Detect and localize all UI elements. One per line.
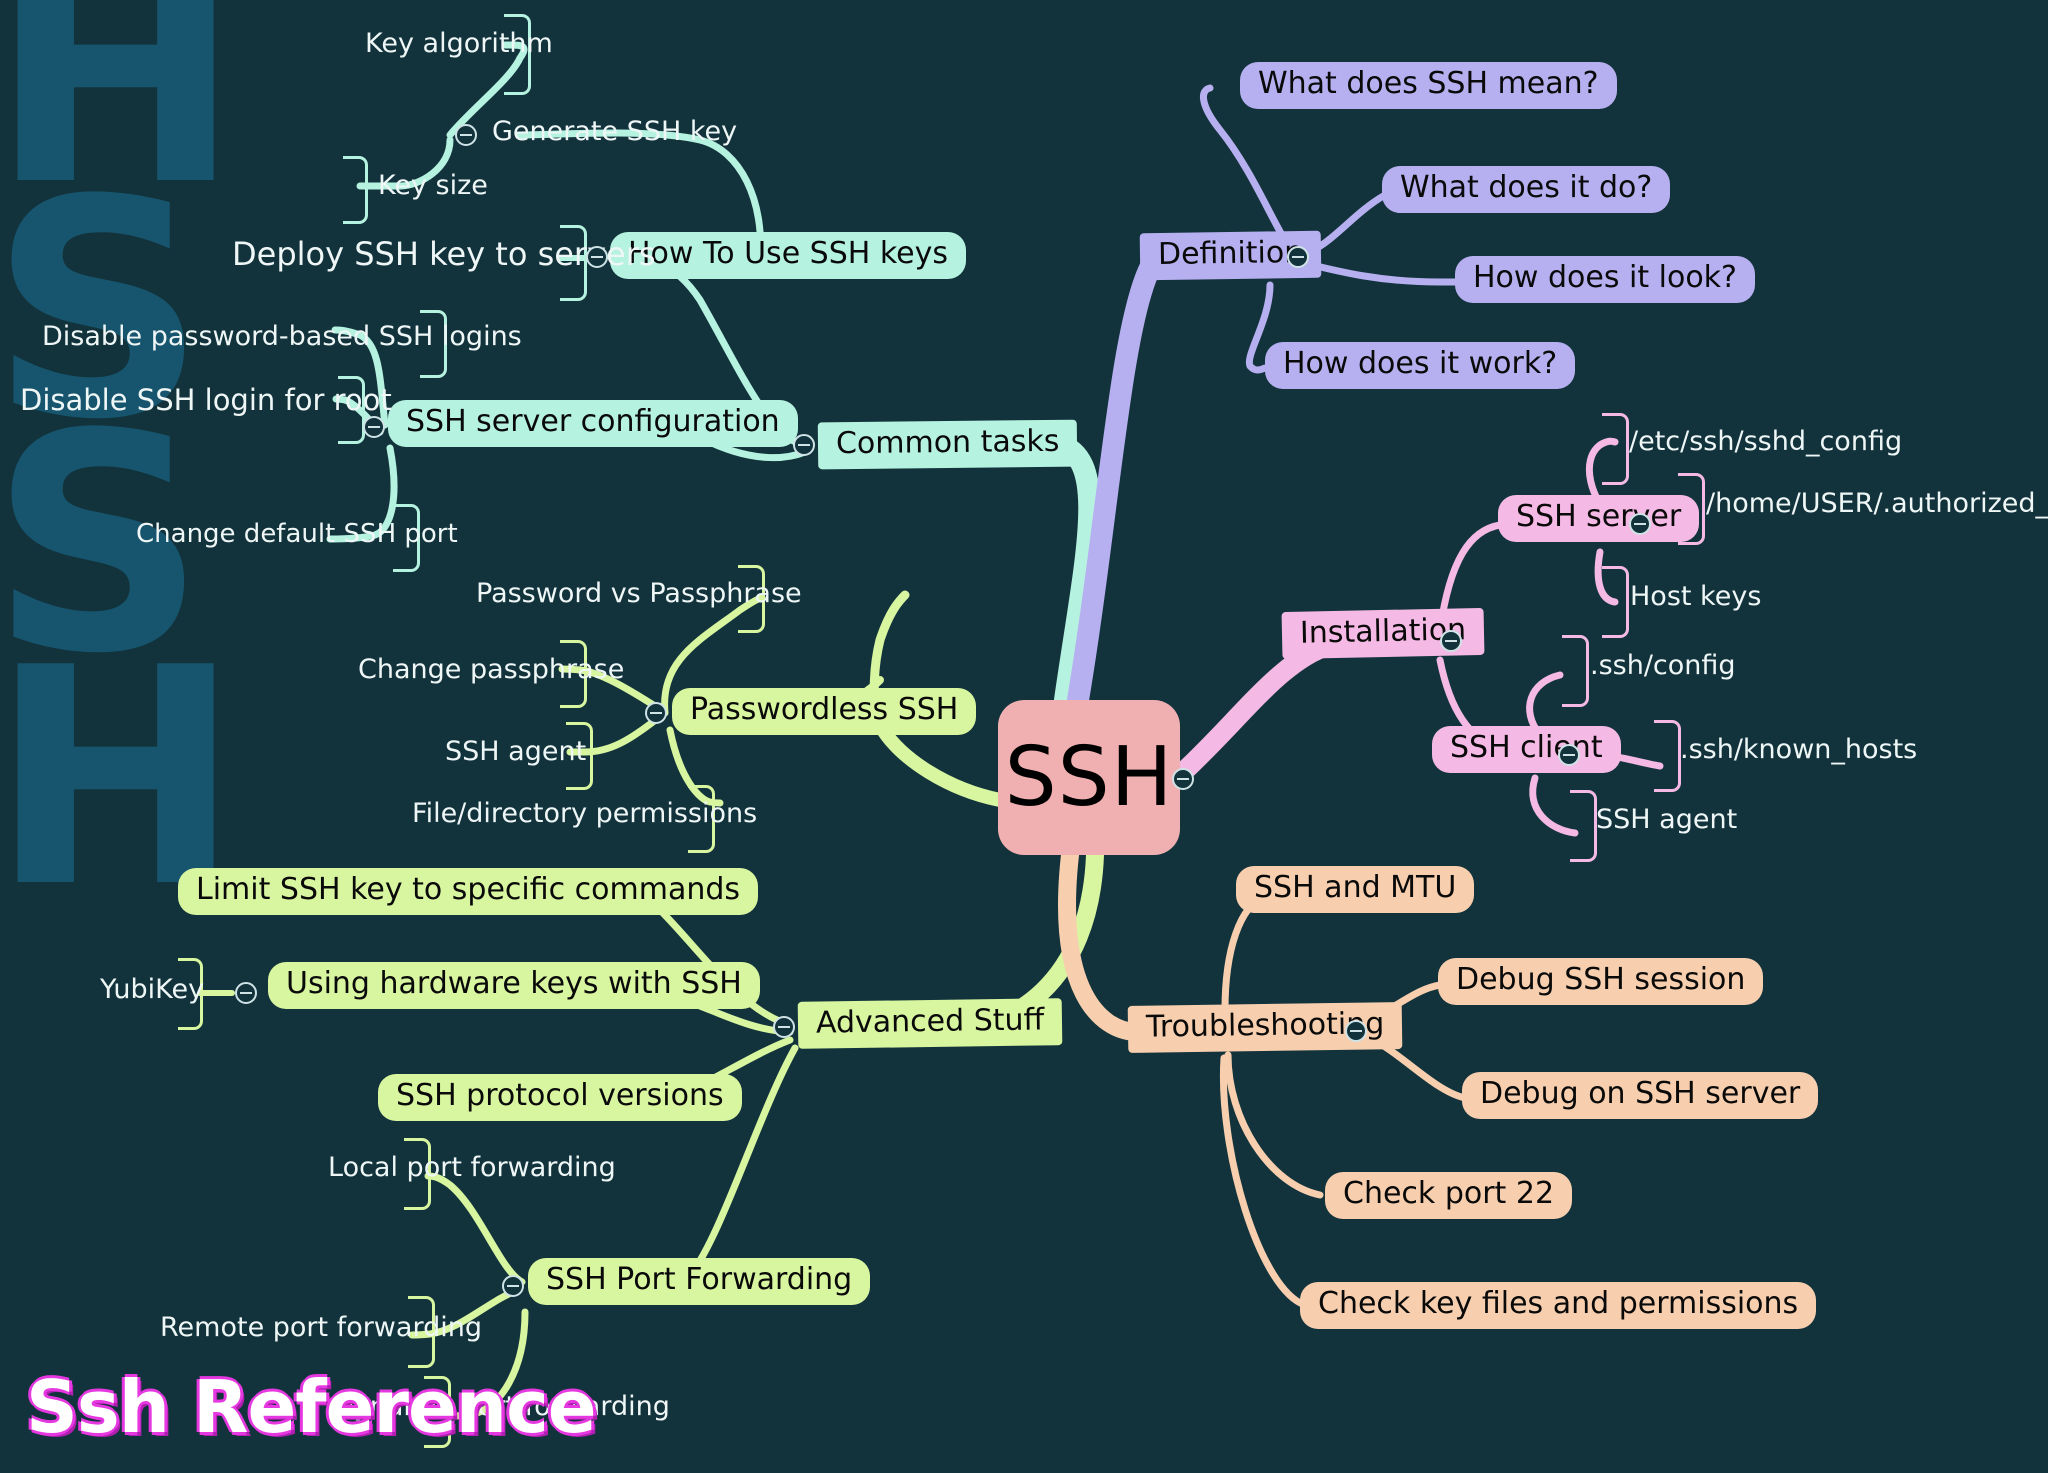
collapse-handle-root[interactable] bbox=[1172, 768, 1194, 790]
collapse-handle-ssh-server-configuration[interactable] bbox=[363, 416, 385, 438]
leaf-disable-password-based-ssh-logins: Disable password-based SSH logins bbox=[42, 321, 522, 352]
node-how-to-use-ssh-keys[interactable]: How To Use SSH keys bbox=[610, 232, 967, 279]
collapse-handle-definition[interactable] bbox=[1287, 246, 1309, 268]
leaf-host-keys: Host keys bbox=[1630, 581, 1762, 612]
node-what-does-ssh-mean[interactable]: What does SSH mean? bbox=[1240, 62, 1617, 109]
bracket-key-size bbox=[343, 156, 368, 224]
leaf-local-port-forwarding: Local port forwarding bbox=[328, 1152, 616, 1183]
leaf-disable-ssh-login-for-root: Disable SSH login for root bbox=[20, 383, 392, 417]
branch-node-advanced-stuff[interactable]: Advanced Stuff bbox=[797, 998, 1063, 1049]
leaf-yubikey: YubiKey bbox=[100, 974, 205, 1005]
root-node-ssh[interactable]: SSH bbox=[998, 700, 1180, 855]
node-ssh-port-forwarding[interactable]: SSH Port Forwarding bbox=[528, 1258, 871, 1305]
leaf-sshd-config-path: /etc/ssh/sshd_config bbox=[1629, 426, 1903, 457]
collapse-handle-passwordless-ssh[interactable] bbox=[645, 702, 667, 724]
branch-node-common-tasks[interactable]: Common tasks bbox=[817, 419, 1078, 469]
bracket-ssh-config bbox=[1562, 635, 1589, 707]
leaf-ssh-config-path: .ssh/config bbox=[1590, 650, 1736, 681]
leaf-ssh-agent-passwordless: SSH agent bbox=[445, 736, 587, 767]
leaf-ssh-agent-client: SSH agent bbox=[1596, 804, 1738, 835]
bracket-known-hosts bbox=[1654, 720, 1681, 792]
leaf-file-directory-permissions: File/directory permissions bbox=[412, 798, 758, 829]
page-title: Ssh Reference bbox=[26, 1365, 597, 1449]
node-how-does-it-look[interactable]: How does it look? bbox=[1455, 256, 1755, 303]
leaf-password-vs-passphrase: Password vs Passphrase bbox=[476, 578, 802, 609]
node-how-does-it-work[interactable]: How does it work? bbox=[1265, 342, 1576, 389]
node-check-port-22[interactable]: Check port 22 bbox=[1325, 1172, 1573, 1219]
leaf-generate-ssh-key[interactable]: Generate SSH key bbox=[492, 117, 737, 146]
node-ssh-server-configuration[interactable]: SSH server configuration bbox=[388, 400, 798, 447]
collapse-handle-installation[interactable] bbox=[1440, 630, 1462, 652]
collapse-handle-troubleshooting[interactable] bbox=[1345, 1020, 1367, 1042]
node-using-hardware-keys-with-ssh[interactable]: Using hardware keys with SSH bbox=[268, 962, 760, 1009]
background-watermark: HSSH bbox=[0, 0, 241, 953]
leaf-change-passphrase: Change passphrase bbox=[358, 654, 625, 685]
collapse-handle-ssh-server[interactable] bbox=[1629, 513, 1651, 535]
node-limit-ssh-key-to-specific-commands[interactable]: Limit SSH key to specific commands bbox=[178, 868, 759, 915]
node-ssh-server[interactable]: SSH server bbox=[1498, 495, 1700, 542]
bracket-host-keys bbox=[1602, 566, 1629, 638]
collapse-handle-ssh-port-forwarding[interactable] bbox=[502, 1275, 524, 1297]
collapse-handle-generate-ssh-key[interactable] bbox=[455, 124, 477, 146]
node-ssh-client[interactable]: SSH client bbox=[1432, 726, 1621, 773]
node-debug-ssh-session[interactable]: Debug SSH session bbox=[1438, 958, 1764, 1005]
node-debug-on-ssh-server[interactable]: Debug on SSH server bbox=[1462, 1072, 1819, 1119]
collapse-handle-common-tasks[interactable] bbox=[793, 434, 815, 456]
node-passwordless-ssh[interactable]: Passwordless SSH bbox=[672, 688, 977, 735]
bracket-ssh-agent-client bbox=[1570, 790, 1597, 862]
node-what-does-it-do[interactable]: What does it do? bbox=[1382, 166, 1671, 213]
leaf-known-hosts-path: .ssh/known_hosts bbox=[1680, 734, 1918, 765]
node-ssh-protocol-versions[interactable]: SSH protocol versions bbox=[378, 1074, 742, 1121]
node-check-key-files-and-permissions[interactable]: Check key files and permissions bbox=[1300, 1282, 1817, 1329]
leaf-key-algorithm: Key algorithm bbox=[365, 28, 553, 59]
collapse-handle-advanced-stuff[interactable] bbox=[773, 1016, 795, 1038]
bracket-sshd-config bbox=[1602, 413, 1629, 485]
leaf-key-size: Key size bbox=[378, 170, 488, 201]
collapse-handle-using-hardware-keys[interactable] bbox=[235, 982, 257, 1004]
node-ssh-and-mtu[interactable]: SSH and MTU bbox=[1236, 866, 1475, 913]
collapse-handle-ssh-client[interactable] bbox=[1558, 744, 1580, 766]
collapse-handle-how-to-use-ssh-keys[interactable] bbox=[586, 246, 608, 268]
leaf-authorized-keys-path: /home/USER/.authorized_keys2 bbox=[1706, 488, 2048, 519]
leaf-change-default-ssh-port: Change default SSH port bbox=[136, 519, 458, 549]
leaf-remote-port-forwarding: Remote port forwarding bbox=[160, 1312, 482, 1343]
